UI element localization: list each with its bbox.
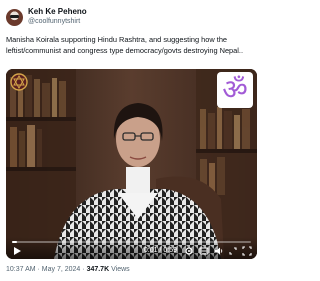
author-names: Keh Ke Peheno @coolfunnytshirt [28,7,87,27]
tweet-meta: 10:37 AM · May 7, 2024 · 347.7K Views [6,266,130,273]
play-icon[interactable] [12,246,22,256]
om-symbol-glyph: ॐ [222,73,248,106]
avatar[interactable] [6,8,23,26]
progress-bar[interactable] [12,241,251,243]
tweet-text: Manisha Koirala supporting Hindu Rashtra… [6,35,244,55]
video-player[interactable]: ॐ 0:01 / 0:59 [6,69,257,259]
yantra-icon [10,73,28,91]
captions-icon[interactable] [199,246,209,256]
volume-icon[interactable] [214,246,224,256]
views-count: 347.7K [86,266,110,273]
tweet-card: Keh Ke Peheno @coolfunnytshirt Manisha K… [0,0,263,281]
gear-icon[interactable] [184,246,194,256]
display-name[interactable]: Keh Ke Peheno [28,7,87,17]
progress-fill [12,241,17,243]
handle[interactable]: @coolfunnytshirt [28,17,87,27]
timestamp[interactable]: 10:37 AM · May 7, 2024 · [6,266,85,273]
tweet-header: Keh Ke Peheno @coolfunnytshirt [6,7,87,27]
time-display: 0:01 / 0:59 [143,247,177,254]
fullscreen-icon[interactable] [242,246,252,256]
video-controls: 0:01 / 0:59 [6,237,257,259]
expand-icon[interactable] [228,246,238,256]
views-label: Views [111,266,130,273]
om-symbol-icon: ॐ [217,72,253,108]
